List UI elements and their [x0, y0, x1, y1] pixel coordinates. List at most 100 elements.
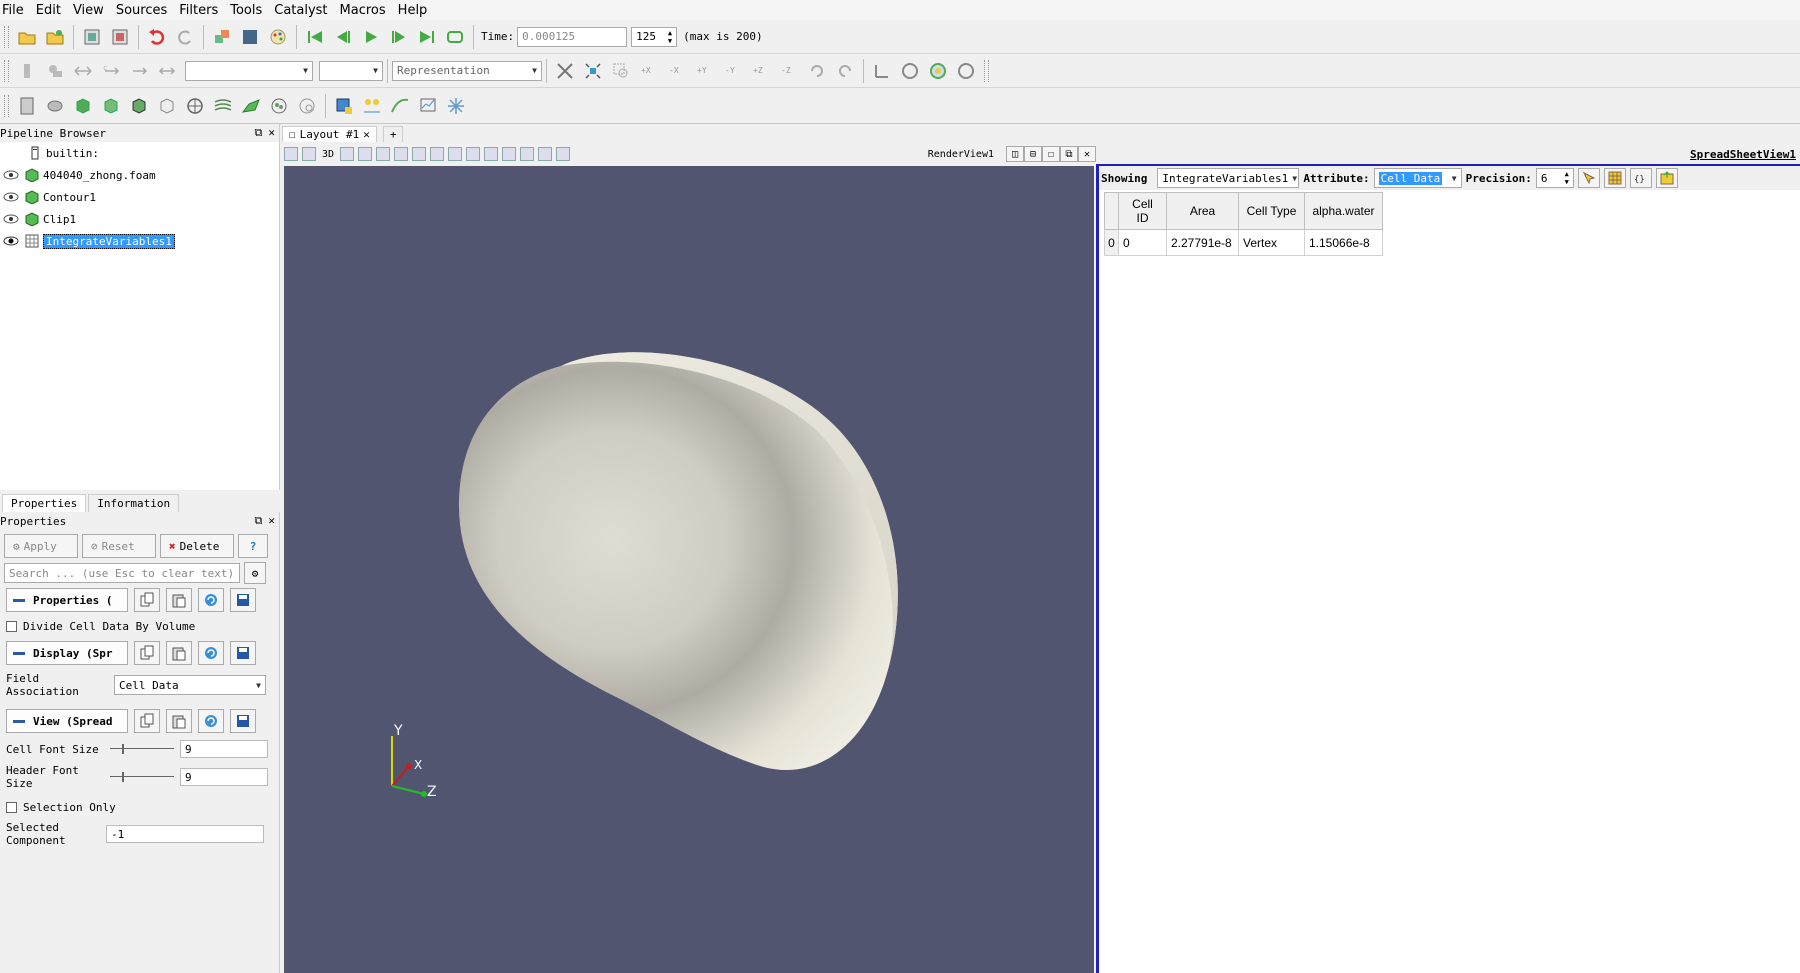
stream-tracer-icon[interactable] [210, 93, 236, 119]
color-palette-icon[interactable] [265, 24, 291, 50]
toggle-selection-icon[interactable] [1577, 168, 1600, 188]
restore-icon[interactable]: ⧉ [1060, 146, 1078, 162]
save-state-icon[interactable] [107, 24, 133, 50]
eye-icon[interactable] [3, 214, 19, 224]
rescale-custom-icon[interactable]: c [98, 58, 124, 84]
toolbar-grip[interactable] [984, 59, 989, 82]
play-icon[interactable] [358, 24, 384, 50]
eye-icon[interactable] [3, 192, 19, 202]
center-axes-icon[interactable] [897, 58, 923, 84]
spin-arrows-icon[interactable]: ▲ ▼ [1565, 170, 1569, 186]
save-defaults-icon[interactable] [230, 588, 256, 612]
render-view-canvas[interactable]: Y X Z [284, 166, 1094, 973]
copy-icon[interactable] [134, 641, 160, 665]
plot-over-line-icon[interactable] [387, 93, 413, 119]
threshold-icon[interactable] [126, 93, 152, 119]
copy-icon[interactable] [134, 588, 160, 612]
group-datasets-icon[interactable] [266, 93, 292, 119]
column-header-alpha-water[interactable]: alpha.water [1304, 192, 1383, 230]
divide-cell-data-row[interactable]: Divide Cell Data By Volume [0, 616, 279, 637]
paste-icon[interactable] [166, 641, 192, 665]
undock-icon[interactable]: ⧉ [255, 514, 263, 528]
clip-icon[interactable] [70, 93, 96, 119]
open-recent-icon[interactable] [42, 24, 68, 50]
redo-icon[interactable] [172, 24, 198, 50]
restore-defaults-icon[interactable] [198, 641, 224, 665]
properties-search-input[interactable]: Search ... (use Esc to clear text) [4, 563, 240, 583]
rescale-temporal-icon[interactable] [126, 58, 152, 84]
open-file-icon[interactable] [14, 24, 40, 50]
display-section-toggle[interactable]: Display (Spr [6, 641, 128, 665]
column-header-cell-id[interactable]: Cell ID [1118, 192, 1167, 230]
select-surface-cells-icon[interactable] [358, 147, 373, 161]
apply-button[interactable]: ⚙ Apply [4, 534, 78, 558]
last-frame-icon[interactable] [414, 24, 440, 50]
save-defaults-icon[interactable] [230, 641, 256, 665]
color-by-dropdown[interactable]: ▼ [185, 60, 313, 81]
undo-icon[interactable] [144, 24, 170, 50]
tab-layout-1[interactable]: ☐ Layout #1 ✕ [282, 126, 377, 142]
column-header-cell-type[interactable]: Cell Type [1238, 192, 1305, 230]
time-field[interactable]: 0.000125 [517, 26, 628, 47]
toolbar-grip[interactable] [4, 59, 9, 82]
rotate-minus-90-icon[interactable] [832, 58, 858, 84]
view-plus-z-icon[interactable]: +Z [748, 58, 774, 84]
menu-sources[interactable]: Sources [116, 3, 173, 18]
rotate-plus-90-icon[interactable] [804, 58, 830, 84]
pipeline-item-contour[interactable]: Contour1 [0, 186, 279, 208]
view-minus-z-icon[interactable]: -Z [776, 58, 802, 84]
pipeline-item-clip[interactable]: Clip1 [0, 208, 279, 230]
pipeline-item-builtin[interactable]: builtin: [0, 142, 279, 164]
timestep-spinbox[interactable]: 125 ▲ ▼ [631, 26, 678, 47]
edit-colormap-icon[interactable] [42, 58, 68, 84]
undock-icon[interactable]: ⧉ [255, 126, 263, 140]
reset-center-icon[interactable] [953, 58, 979, 84]
select-surface-points-icon[interactable] [376, 147, 391, 161]
select-polygon-points-icon[interactable] [448, 147, 463, 161]
selected-component-field[interactable]: -1 [106, 825, 264, 843]
glyph-icon[interactable] [182, 93, 208, 119]
toggle-columns-icon[interactable] [1603, 168, 1626, 188]
advanced-settings-gear-icon[interactable]: ⚙ [244, 562, 266, 584]
area-value[interactable]: 2.27791e-8 [1166, 229, 1239, 256]
next-frame-icon[interactable] [386, 24, 412, 50]
zoom-to-data-icon[interactable] [580, 58, 606, 84]
color-legend-icon[interactable] [14, 58, 40, 84]
component-dropdown[interactable]: ▼ [319, 60, 383, 81]
pipeline-item-foam[interactable]: 404040_zhong.foam [0, 164, 279, 186]
loop-icon[interactable] [442, 24, 468, 50]
load-state-icon[interactable] [79, 24, 105, 50]
row-header[interactable]: 0 [1104, 229, 1119, 256]
showing-dropdown[interactable]: IntegrateVariables1 ▼ [1157, 168, 1300, 188]
properties-section-toggle[interactable]: Properties ( [6, 588, 128, 612]
close-icon[interactable]: ✕ [268, 514, 275, 528]
split-vertical-icon[interactable]: ⊟ [1024, 146, 1042, 162]
header-font-size-slider[interactable] [110, 772, 174, 782]
precision-spinbox[interactable]: 6 ▲ ▼ [1535, 168, 1574, 188]
hover-points-icon[interactable] [502, 147, 517, 161]
interactive-select-icon[interactable] [484, 147, 499, 161]
eye-icon[interactable] [3, 236, 19, 246]
view-plus-y-icon[interactable]: +Y [692, 58, 718, 84]
pick-center-icon[interactable] [925, 58, 951, 84]
attribute-dropdown[interactable]: Cell Data ▼ [1373, 168, 1462, 188]
add-layout-tab[interactable]: + [382, 126, 404, 142]
split-horizontal-icon[interactable]: ◫ [1006, 146, 1024, 162]
clear-selection-icon[interactable] [556, 147, 571, 161]
eye-icon[interactable] [3, 170, 19, 180]
hover-cells-icon[interactable] [520, 147, 535, 161]
cell-id-value[interactable]: 0 [1118, 229, 1167, 256]
cell-type-value[interactable]: Vertex [1238, 229, 1305, 256]
plot-data-icon[interactable] [415, 93, 441, 119]
menu-filters[interactable]: Filters [179, 3, 224, 18]
disconnect-icon[interactable] [237, 24, 263, 50]
warp-vector-icon[interactable] [238, 93, 264, 119]
close-tab-icon[interactable]: ✕ [363, 128, 370, 141]
zoom-to-box-icon[interactable] [608, 58, 634, 84]
camera-undo-icon[interactable] [340, 147, 355, 161]
restore-defaults-icon[interactable] [198, 709, 224, 733]
paste-icon[interactable] [166, 588, 192, 612]
contour-icon[interactable] [42, 93, 68, 119]
view-section-toggle[interactable]: View (Spread [6, 709, 128, 733]
export-spreadsheet-icon[interactable] [1655, 168, 1678, 188]
